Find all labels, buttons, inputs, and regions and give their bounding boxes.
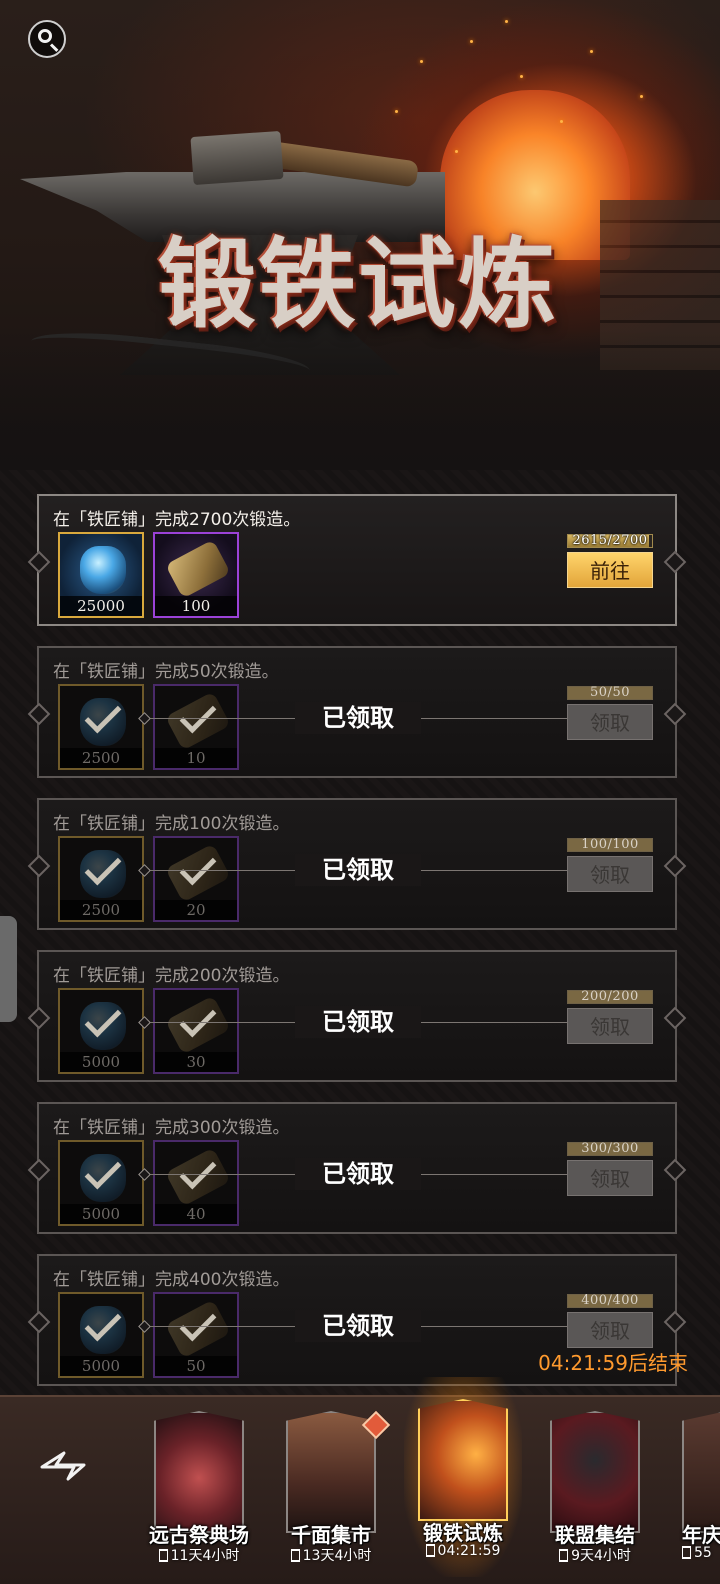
progress-bar: 50/50	[567, 686, 653, 700]
event-tab-bazaar[interactable]: 千面集市 13天4小时	[278, 1409, 391, 1574]
event-name: 年庆	[682, 1523, 720, 1547]
reward-qty: 25000	[60, 596, 142, 616]
reward-qty: 5000	[60, 1204, 142, 1224]
hourglass-icon	[682, 1546, 691, 1559]
claim-button[interactable]: 领取	[567, 1008, 653, 1044]
claim-button[interactable]: 领取	[567, 704, 653, 740]
progress-bar: 300/300	[567, 1142, 653, 1156]
progress-bar: 200/200	[567, 990, 653, 1004]
progress-text: 300/300	[581, 1141, 639, 1156]
event-art	[418, 1399, 508, 1521]
reward-qty: 50	[155, 1356, 237, 1376]
event-timer: 04:21:59	[400, 1543, 526, 1559]
reward-qty: 40	[155, 1204, 237, 1224]
reward-slot[interactable]: 2500	[58, 684, 144, 770]
event-timer: 55	[682, 1545, 720, 1561]
task-card: 在「铁匠铺」完成2700次锻造。 25000 100 2615/2700 前往	[37, 494, 677, 626]
reward-slot[interactable]: 100	[153, 532, 239, 618]
event-tab-ancient-festival[interactable]: 远古祭典场 11天4小时	[146, 1409, 252, 1574]
task-card: 在「铁匠铺」完成300次锻造。 5000 40 已领取 300/300 领取	[37, 1102, 677, 1234]
task-card: 在「铁匠铺」完成100次锻造。 2500 20 已领取 100/100 领取	[37, 798, 677, 930]
progress-bar: 2615/2700	[567, 534, 653, 548]
reward-slot[interactable]: 25000	[58, 532, 144, 618]
side-drawer-handle[interactable]	[0, 916, 17, 1022]
hourglass-icon	[158, 1549, 168, 1562]
task-title: 在「铁匠铺」完成400次锻造。	[53, 1270, 290, 1290]
event-title: 锻铁试炼	[157, 227, 558, 342]
event-timer: 13天4小时	[268, 1545, 394, 1565]
reward-slot[interactable]: 10	[153, 684, 239, 770]
reward-qty: 5000	[60, 1052, 142, 1072]
event-tab-forging-trial[interactable]: 锻铁试炼 04:21:59	[404, 1377, 522, 1577]
search-button[interactable]	[28, 20, 66, 58]
reward-slot[interactable]: 30	[153, 988, 239, 1074]
hourglass-icon	[559, 1549, 569, 1562]
claim-button[interactable]: 领取	[567, 1160, 653, 1196]
progress-text: 100/100	[581, 837, 639, 852]
reward-slot[interactable]: 2500	[58, 836, 144, 922]
task-title: 在「铁匠铺」完成100次锻造。	[53, 814, 290, 834]
reward-slot[interactable]: 5000	[58, 1292, 144, 1378]
claimed-label: 已领取	[295, 702, 421, 734]
claimed-label: 已领取	[295, 1310, 421, 1342]
progress-text: 50/50	[590, 685, 630, 700]
event-name: 远古祭典场	[149, 1523, 249, 1547]
progress-bar: 400/400	[567, 1294, 653, 1308]
reward-slot[interactable]: 20	[153, 836, 239, 922]
logo-icon[interactable]	[38, 1445, 90, 1485]
task-title: 在「铁匠铺」完成300次锻造。	[53, 1118, 290, 1138]
event-tab-alliance-rally[interactable]: 联盟集结 9天4小时	[542, 1409, 648, 1574]
progress-bar: 100/100	[567, 838, 653, 852]
reward-slot[interactable]: 40	[153, 1140, 239, 1226]
go-button[interactable]: 前往	[567, 552, 653, 588]
event-tab-bar: 远古祭典场 11天4小时 千面集市 13天4小时 锻铁试炼 04:21:59 联…	[0, 1377, 720, 1584]
reward-qty: 2500	[60, 900, 142, 920]
event-art	[154, 1411, 244, 1533]
hourglass-icon	[425, 1544, 435, 1557]
task-title: 在「铁匠铺」完成200次锻造。	[53, 966, 290, 986]
reward-slot[interactable]: 50	[153, 1292, 239, 1378]
event-name: 千面集市	[291, 1523, 371, 1547]
claimed-label: 已领取	[295, 854, 421, 886]
reward-slot[interactable]: 5000	[58, 988, 144, 1074]
essence-gem-icon	[80, 546, 126, 594]
reward-qty: 20	[155, 900, 237, 920]
claim-button[interactable]: 领取	[567, 1312, 653, 1348]
task-card: 在「铁匠铺」完成200次锻造。 5000 30 已领取 200/200 领取	[37, 950, 677, 1082]
reward-qty: 2500	[60, 748, 142, 768]
reward-qty: 30	[155, 1052, 237, 1072]
claimed-label: 已领取	[295, 1158, 421, 1190]
task-title: 在「铁匠铺」完成50次锻造。	[53, 662, 279, 682]
event-art	[286, 1411, 376, 1533]
event-art	[682, 1411, 720, 1533]
hammer-head	[190, 130, 284, 186]
event-countdown: 04:21:59后结束	[538, 1351, 688, 1375]
progress-text: 2615/2700	[572, 533, 648, 548]
event-art	[550, 1411, 640, 1533]
claimed-label: 已领取	[295, 1006, 421, 1038]
event-tab-anniversary[interactable]: 年庆 55	[674, 1409, 720, 1574]
reward-qty: 100	[155, 596, 237, 616]
reward-qty: 10	[155, 748, 237, 768]
progress-text: 400/400	[581, 1293, 639, 1308]
event-timer: 9天4小时	[532, 1545, 658, 1565]
event-name: 锻铁试炼	[423, 1521, 503, 1545]
event-banner: 锻铁试炼	[0, 0, 720, 470]
event-timer: 11天4小时	[136, 1545, 262, 1565]
hourglass-icon	[290, 1549, 300, 1562]
claim-button[interactable]: 领取	[567, 856, 653, 892]
scroll-icon	[165, 539, 231, 599]
task-title: 在「铁匠铺」完成2700次锻造。	[53, 510, 301, 530]
progress-text: 200/200	[581, 989, 639, 1004]
task-card: 在「铁匠铺」完成50次锻造。 2500 10 已领取 50/50 领取	[37, 646, 677, 778]
reward-qty: 5000	[60, 1356, 142, 1376]
event-name: 联盟集结	[555, 1523, 635, 1547]
reward-slot[interactable]: 5000	[58, 1140, 144, 1226]
